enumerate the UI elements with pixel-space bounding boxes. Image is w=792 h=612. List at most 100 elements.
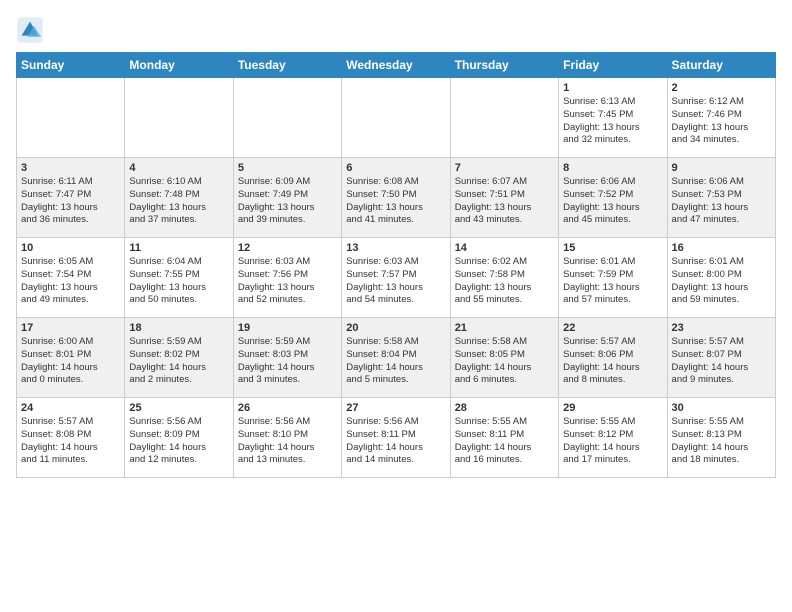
calendar-cell: 30 Sunrise: 5:55 AM Sunset: 8:13 PM Dayli… [667,398,775,478]
day-number: 17 [21,322,120,334]
calendar-col-header: Wednesday [342,53,450,78]
calendar-cell: 5 Sunrise: 6:09 AM Sunset: 7:49 PM Daylig… [233,158,341,238]
day-number: 29 [563,402,662,414]
calendar-week-row: 24 Sunrise: 5:57 AM Sunset: 8:08 PM Dayli… [17,398,776,478]
day-info: Sunrise: 5:58 AM Sunset: 8:05 PM Dayligh… [455,336,554,387]
calendar-cell: 16Sunrise: 6:01 AM Sunset: 8:00 PM Dayli… [667,238,775,318]
day-number: 11 [129,242,228,254]
calendar-cell: 26 Sunrise: 5:56 AM Sunset: 8:10 PM Dayli… [233,398,341,478]
day-info: Sunrise: 5:57 AM Sunset: 8:08 PM Dayligh… [21,416,120,467]
logo [16,16,48,44]
calendar-cell: 2Sunrise: 6:12 AM Sunset: 7:46 PM Daylig… [667,78,775,158]
calendar-col-header: Sunday [17,53,125,78]
calendar-cell [450,78,558,158]
day-info: Sunrise: 5:59 AM Sunset: 8:02 PM Dayligh… [129,336,228,387]
calendar-cell: 19Sunrise: 5:59 AM Sunset: 8:03 PM Dayli… [233,318,341,398]
day-number: 18 [129,322,228,334]
day-info: Sunrise: 6:00 AM Sunset: 8:01 PM Dayligh… [21,336,120,387]
day-info: Sunrise: 6:02 AM Sunset: 7:58 PM Dayligh… [455,256,554,307]
calendar-cell: 9 Sunrise: 6:06 AM Sunset: 7:53 PM Daylig… [667,158,775,238]
day-number: 1 [563,82,662,94]
calendar-cell: 8Sunrise: 6:06 AM Sunset: 7:52 PM Daylig… [559,158,667,238]
calendar-cell: 22 Sunrise: 5:57 AM Sunset: 8:06 PM Dayli… [559,318,667,398]
calendar-cell: 18 Sunrise: 5:59 AM Sunset: 8:02 PM Dayli… [125,318,233,398]
day-number: 12 [238,242,337,254]
day-number: 23 [672,322,771,334]
calendar-col-header: Monday [125,53,233,78]
day-info: Sunrise: 5:55 AM Sunset: 8:13 PM Dayligh… [672,416,771,467]
calendar-cell: 1 Sunrise: 6:13 AM Sunset: 7:45 PM Daylig… [559,78,667,158]
calendar-cell: 14 Sunrise: 6:02 AM Sunset: 7:58 PM Dayli… [450,238,558,318]
day-number: 9 [672,162,771,174]
day-number: 27 [346,402,445,414]
calendar-cell: 20Sunrise: 5:58 AM Sunset: 8:04 PM Dayli… [342,318,450,398]
calendar-cell: 17 Sunrise: 6:00 AM Sunset: 8:01 PM Dayli… [17,318,125,398]
day-number: 6 [346,162,445,174]
day-info: Sunrise: 6:07 AM Sunset: 7:51 PM Dayligh… [455,176,554,227]
calendar-cell: 10Sunrise: 6:05 AM Sunset: 7:54 PM Dayli… [17,238,125,318]
calendar-cell [233,78,341,158]
calendar-cell: 12 Sunrise: 6:03 AM Sunset: 7:56 PM Dayli… [233,238,341,318]
calendar-cell: 24 Sunrise: 5:57 AM Sunset: 8:08 PM Dayli… [17,398,125,478]
day-info: Sunrise: 5:57 AM Sunset: 8:07 PM Dayligh… [672,336,771,387]
day-number: 13 [346,242,445,254]
day-info: Sunrise: 6:01 AM Sunset: 8:00 PM Dayligh… [672,256,771,307]
day-number: 7 [455,162,554,174]
calendar-cell: 3 Sunrise: 6:11 AM Sunset: 7:47 PM Daylig… [17,158,125,238]
calendar-cell: 4 Sunrise: 6:10 AM Sunset: 7:48 PM Daylig… [125,158,233,238]
day-number: 2 [672,82,771,94]
logo-icon [16,16,44,44]
day-info: Sunrise: 6:05 AM Sunset: 7:54 PM Dayligh… [21,256,120,307]
day-info: Sunrise: 6:06 AM Sunset: 7:52 PM Dayligh… [563,176,662,227]
day-info: Sunrise: 6:10 AM Sunset: 7:48 PM Dayligh… [129,176,228,227]
day-info: Sunrise: 5:55 AM Sunset: 8:12 PM Dayligh… [563,416,662,467]
day-info: Sunrise: 6:08 AM Sunset: 7:50 PM Dayligh… [346,176,445,227]
day-info: Sunrise: 6:03 AM Sunset: 7:57 PM Dayligh… [346,256,445,307]
calendar-cell: 28 Sunrise: 5:55 AM Sunset: 8:11 PM Dayli… [450,398,558,478]
day-info: Sunrise: 5:55 AM Sunset: 8:11 PM Dayligh… [455,416,554,467]
day-number: 25 [129,402,228,414]
calendar-header-row: SundayMondayTuesdayWednesdayThursdayFrid… [17,53,776,78]
day-info: Sunrise: 5:57 AM Sunset: 8:06 PM Dayligh… [563,336,662,387]
day-info: Sunrise: 6:03 AM Sunset: 7:56 PM Dayligh… [238,256,337,307]
day-number: 4 [129,162,228,174]
day-info: Sunrise: 5:56 AM Sunset: 8:10 PM Dayligh… [238,416,337,467]
calendar-cell: 15 Sunrise: 6:01 AM Sunset: 7:59 PM Dayli… [559,238,667,318]
day-info: Sunrise: 6:01 AM Sunset: 7:59 PM Dayligh… [563,256,662,307]
page-header [16,16,776,44]
calendar-table: SundayMondayTuesdayWednesdayThursdayFrid… [16,52,776,478]
calendar-col-header: Thursday [450,53,558,78]
day-number: 3 [21,162,120,174]
day-number: 5 [238,162,337,174]
calendar-cell: 7 Sunrise: 6:07 AM Sunset: 7:51 PM Daylig… [450,158,558,238]
calendar-cell: 21 Sunrise: 5:58 AM Sunset: 8:05 PM Dayli… [450,318,558,398]
day-number: 24 [21,402,120,414]
calendar-cell: 29 Sunrise: 5:55 AM Sunset: 8:12 PM Dayli… [559,398,667,478]
calendar-week-row: 10Sunrise: 6:05 AM Sunset: 7:54 PM Dayli… [17,238,776,318]
day-info: Sunrise: 6:09 AM Sunset: 7:49 PM Dayligh… [238,176,337,227]
calendar-week-row: 3 Sunrise: 6:11 AM Sunset: 7:47 PM Daylig… [17,158,776,238]
calendar-cell: 11Sunrise: 6:04 AM Sunset: 7:55 PM Dayli… [125,238,233,318]
calendar-cell: 6 Sunrise: 6:08 AM Sunset: 7:50 PM Daylig… [342,158,450,238]
calendar-cell: 25 Sunrise: 5:56 AM Sunset: 8:09 PM Dayli… [125,398,233,478]
calendar-cell: 13 Sunrise: 6:03 AM Sunset: 7:57 PM Dayli… [342,238,450,318]
calendar-col-header: Tuesday [233,53,341,78]
day-info: Sunrise: 6:06 AM Sunset: 7:53 PM Dayligh… [672,176,771,227]
day-number: 26 [238,402,337,414]
day-info: Sunrise: 6:11 AM Sunset: 7:47 PM Dayligh… [21,176,120,227]
calendar-cell [342,78,450,158]
day-info: Sunrise: 5:59 AM Sunset: 8:03 PM Dayligh… [238,336,337,387]
day-info: Sunrise: 5:56 AM Sunset: 8:09 PM Dayligh… [129,416,228,467]
calendar-cell [125,78,233,158]
day-number: 22 [563,322,662,334]
calendar-col-header: Friday [559,53,667,78]
day-number: 21 [455,322,554,334]
day-info: Sunrise: 6:13 AM Sunset: 7:45 PM Dayligh… [563,96,662,147]
day-info: Sunrise: 5:58 AM Sunset: 8:04 PM Dayligh… [346,336,445,387]
day-info: Sunrise: 5:56 AM Sunset: 8:11 PM Dayligh… [346,416,445,467]
day-number: 14 [455,242,554,254]
calendar-cell: 23 Sunrise: 5:57 AM Sunset: 8:07 PM Dayli… [667,318,775,398]
day-number: 30 [672,402,771,414]
day-number: 28 [455,402,554,414]
day-number: 15 [563,242,662,254]
